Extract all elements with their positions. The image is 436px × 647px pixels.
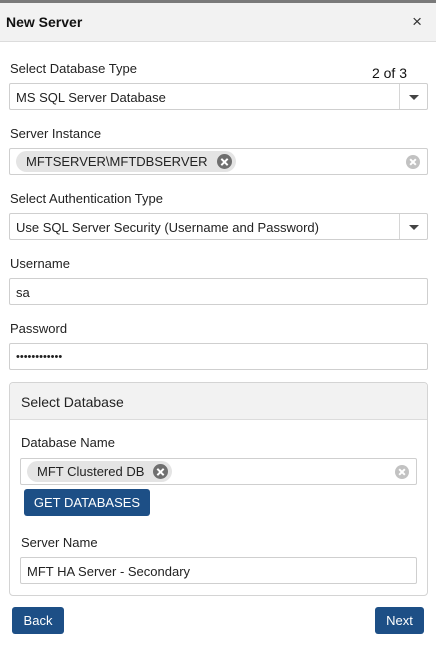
db-type-label: Select Database Type xyxy=(10,61,137,76)
server-name-input[interactable]: MFT HA Server - Secondary xyxy=(20,557,417,584)
remove-circle-icon[interactable] xyxy=(216,154,232,169)
server-instance-label: Server Instance xyxy=(10,126,102,141)
select-database-title: Select Database xyxy=(21,394,124,410)
select-database-panel: Select Database Database Name MFT Cluste… xyxy=(9,382,428,596)
server-instance-field[interactable]: MFTSERVER\MFTDBSERVER xyxy=(9,148,428,175)
select-database-header: Select Database xyxy=(10,383,427,420)
username-input[interactable]: sa xyxy=(9,278,428,305)
get-databases-button[interactable]: GET DATABASES xyxy=(24,489,150,516)
chevron-down-icon[interactable] xyxy=(399,84,427,109)
database-name-chip: MFT Clustered DB xyxy=(27,461,173,482)
server-name-label: Server Name xyxy=(21,535,98,550)
auth-type-label: Select Authentication Type xyxy=(10,191,163,206)
clear-circle-icon[interactable] xyxy=(406,155,420,169)
db-type-value: MS SQL Server Database xyxy=(16,90,166,105)
server-instance-chip-text: MFTSERVER\MFTDBSERVER xyxy=(26,154,208,169)
next-button[interactable]: Next xyxy=(375,607,424,634)
server-name-value: MFT HA Server - Secondary xyxy=(27,564,191,579)
database-name-field[interactable]: MFT Clustered DB xyxy=(20,458,417,485)
db-type-select[interactable]: MS SQL Server Database xyxy=(9,83,428,110)
close-icon[interactable]: × xyxy=(412,12,422,32)
auth-type-select[interactable]: Use SQL Server Security (Username and Pa… xyxy=(9,213,428,240)
password-input[interactable]: •••••••••••• xyxy=(9,343,428,370)
auth-type-value: Use SQL Server Security (Username and Pa… xyxy=(16,220,319,235)
username-label: Username xyxy=(10,256,70,271)
step-indicator: 2 of 3 xyxy=(371,65,407,81)
chevron-down-icon[interactable] xyxy=(399,214,427,239)
back-button[interactable]: Back xyxy=(12,607,64,634)
username-value: sa xyxy=(16,285,30,300)
dialog-title: New Server xyxy=(6,14,83,30)
password-label: Password xyxy=(10,321,68,336)
database-name-label: Database Name xyxy=(21,435,115,450)
dialog-header: New Server × xyxy=(0,3,436,42)
clear-circle-icon[interactable] xyxy=(395,465,409,479)
password-value: •••••••••••• xyxy=(16,351,63,363)
server-instance-chip: MFTSERVER\MFTDBSERVER xyxy=(16,151,236,172)
database-name-chip-text: MFT Clustered DB xyxy=(37,464,145,479)
remove-circle-icon[interactable] xyxy=(153,464,169,479)
